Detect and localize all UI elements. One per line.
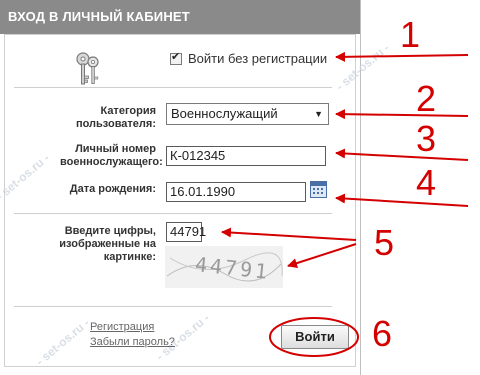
annotation-number-2: 2 <box>416 78 437 119</box>
annotation-number-4: 4 <box>416 162 437 203</box>
annotation-circle-6 <box>269 317 359 357</box>
annotation-arrow-3 <box>335 148 469 161</box>
annotation-arrow-4 <box>335 193 469 207</box>
annotation-number-1: 1 <box>400 14 421 55</box>
annotation-arrow-5a <box>221 227 357 241</box>
annotation-overlay <box>221 51 469 357</box>
annotation-number-3: 3 <box>416 118 437 159</box>
annotation-arrow-2 <box>335 109 469 120</box>
annotation-number-6: 6 <box>372 313 393 354</box>
annotation-arrow-5b <box>287 243 357 268</box>
annotation-number-5: 5 <box>374 222 395 263</box>
